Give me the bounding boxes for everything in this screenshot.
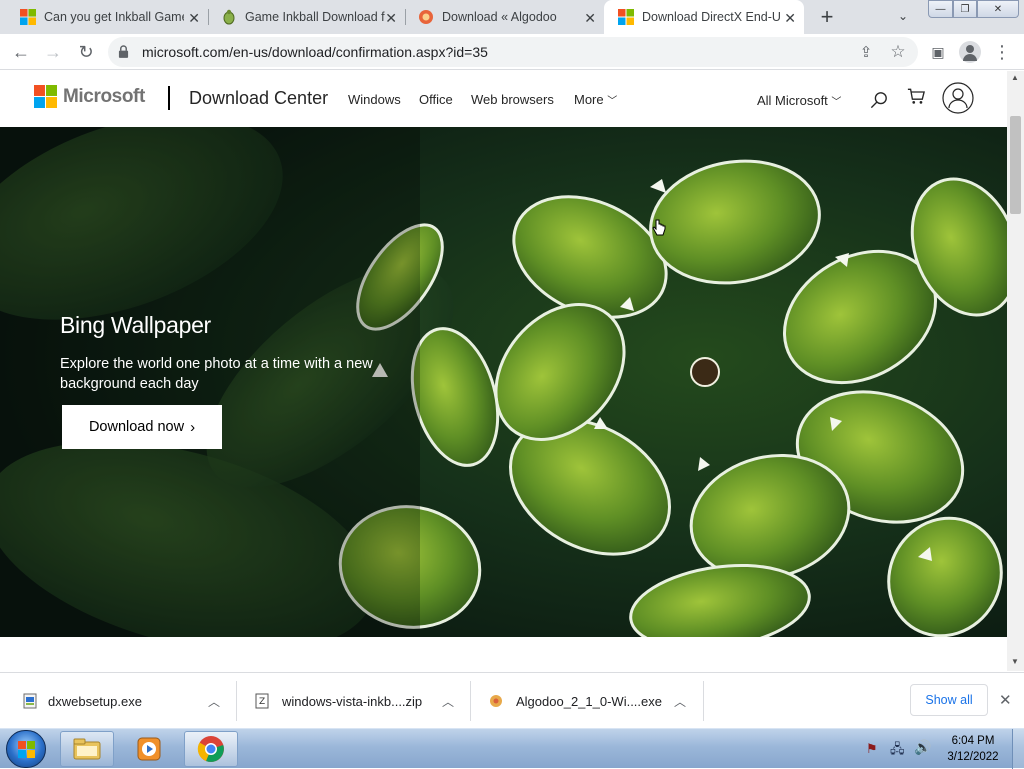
download-filename: windows-vista-inkb....zip xyxy=(282,693,423,709)
clock-time: 6:04 PM xyxy=(951,735,995,747)
folder-icon xyxy=(73,738,101,760)
page-scrollbar[interactable]: ▲ ▼ xyxy=(1007,71,1024,671)
download-now-button[interactable]: Download now › xyxy=(62,405,222,449)
taskbar-media-player[interactable] xyxy=(122,731,176,767)
microsoft-logo-icon xyxy=(618,9,634,25)
chevron-right-icon: › xyxy=(190,418,196,436)
bookmark-star-icon[interactable]: ☆ xyxy=(886,40,910,64)
hero-title: Bing Wallpaper xyxy=(60,312,211,338)
windows-logo-icon xyxy=(18,741,35,758)
algodoo-icon xyxy=(419,10,433,24)
all-microsoft-label: All Microsoft xyxy=(757,93,828,108)
nav-office[interactable]: Office xyxy=(419,92,453,107)
chevron-down-icon: ﹀ xyxy=(607,96,618,107)
browser-menu-icon[interactable]: ⋮ xyxy=(990,40,1014,64)
close-tab-icon[interactable]: ✕ xyxy=(385,10,397,27)
browser-toolbar: ← → ↻ microsoft.com/en-us/download/confi… xyxy=(0,34,1024,70)
download-bar: dxwebsetup.exe ︿ Z windows-vista-inkb...… xyxy=(0,672,1024,728)
hand-cursor-icon xyxy=(652,219,666,236)
header-divider xyxy=(168,86,170,110)
nav-more-label: More xyxy=(574,92,604,107)
close-tab-icon[interactable]: ✕ xyxy=(188,10,200,27)
tab-algodoo[interactable]: Download « Algodoo ✕ xyxy=(406,0,604,34)
bug-icon xyxy=(223,9,235,25)
tab-title: Download DirectX End-U xyxy=(642,10,781,24)
download-item[interactable]: Z windows-vista-inkb....zip ︿ xyxy=(254,673,466,729)
media-player-icon xyxy=(137,737,161,761)
hero-subtitle: Explore the world one photo at a time wi… xyxy=(60,356,373,392)
tab-search-icon[interactable]: ⌄ xyxy=(898,9,908,23)
account-icon[interactable] xyxy=(942,82,974,114)
windows-logo-icon xyxy=(20,9,36,25)
section-title[interactable]: Download Center xyxy=(189,88,328,109)
hero-banner: Bing Wallpaper Explore the world one pho… xyxy=(0,127,1007,637)
profile-avatar-icon[interactable] xyxy=(959,41,981,63)
tab-title: Can you get Inkball Game xyxy=(44,10,184,24)
cart-icon[interactable] xyxy=(907,88,925,105)
download-filename: Algodoo_2_1_0-Wi....exe xyxy=(516,693,662,709)
system-clock[interactable]: 6:04 PM 3/12/2022 xyxy=(940,733,1006,765)
chevron-up-icon[interactable]: ︿ xyxy=(208,693,220,710)
svg-text:Z: Z xyxy=(259,697,265,707)
url-text[interactable]: microsoft.com/en-us/download/confirmatio… xyxy=(142,44,488,60)
tab-strip: Can you get Inkball Game ✕ Game Inkball … xyxy=(0,0,1024,34)
tab-inkball-question[interactable]: Can you get Inkball Game ✕ xyxy=(8,0,208,34)
tab-inkball-download[interactable]: Game Inkball Download f ✕ xyxy=(209,0,405,34)
network-icon[interactable]: 🖧 xyxy=(890,740,905,762)
download-item[interactable]: dxwebsetup.exe ︿ xyxy=(22,673,232,729)
microsoft-logo-icon[interactable] xyxy=(34,85,57,108)
side-panel-icon[interactable]: ▣ xyxy=(926,40,950,64)
share-icon[interactable]: ⇪ xyxy=(854,40,878,64)
tab-title: Download « Algodoo xyxy=(442,10,557,24)
scroll-down-arrow-icon[interactable]: ▼ xyxy=(1011,657,1019,666)
microsoft-brand[interactable]: Microsoft xyxy=(63,86,145,108)
nav-more[interactable]: More ﹀ xyxy=(574,92,617,107)
chevron-up-icon[interactable]: ︿ xyxy=(674,693,686,710)
clock-date: 3/12/2022 xyxy=(947,751,999,763)
show-all-button[interactable]: Show all xyxy=(910,684,988,716)
tab-directx[interactable]: Download DirectX End-U ✕ xyxy=(604,0,804,34)
taskbar-chrome[interactable] xyxy=(184,731,238,767)
close-tab-icon[interactable]: ✕ xyxy=(784,10,796,27)
lock-icon[interactable] xyxy=(118,45,129,58)
taskbar: ⚑ 🖧 🔊 6:04 PM 3/12/2022 xyxy=(0,728,1024,769)
chrome-icon xyxy=(197,736,224,762)
start-button[interactable] xyxy=(6,730,46,768)
nav-windows[interactable]: Windows xyxy=(348,92,401,107)
forward-button[interactable]: → xyxy=(41,40,65,64)
show-desktop-button[interactable] xyxy=(1012,729,1024,769)
minimize-button[interactable]: — xyxy=(928,0,953,18)
scrollbar-thumb[interactable] xyxy=(1010,116,1021,214)
close-tab-icon[interactable]: ✕ xyxy=(584,10,596,27)
installer-file-icon xyxy=(23,693,37,709)
nav-web-browsers[interactable]: Web browsers xyxy=(471,92,554,107)
download-now-label: Download now xyxy=(88,419,185,435)
reload-button[interactable]: ↻ xyxy=(74,40,98,64)
all-microsoft-menu[interactable]: All Microsoft ﹀ xyxy=(757,93,841,108)
tab-title: Game Inkball Download f xyxy=(245,10,385,24)
algodoo-installer-icon xyxy=(490,695,502,707)
new-tab-button[interactable]: + xyxy=(818,4,836,30)
chevron-up-icon[interactable]: ︿ xyxy=(442,693,454,710)
download-item[interactable]: Algodoo_2_1_0-Wi....exe ︿ xyxy=(488,673,698,729)
close-download-bar-icon[interactable]: ✕ xyxy=(999,691,1012,709)
search-icon[interactable] xyxy=(870,91,888,109)
close-window-button[interactable]: ✕ xyxy=(977,0,1019,18)
volume-icon[interactable]: 🔊 xyxy=(914,739,931,756)
scroll-up-arrow-icon[interactable]: ▲ xyxy=(1011,73,1019,82)
back-button[interactable]: ← xyxy=(9,40,33,64)
action-center-flag-icon[interactable]: ⚑ xyxy=(866,741,878,757)
taskbar-file-explorer[interactable] xyxy=(60,731,114,767)
zip-file-icon: Z xyxy=(255,693,269,709)
maximize-button[interactable]: ❐ xyxy=(953,0,977,18)
download-filename: dxwebsetup.exe xyxy=(48,693,142,709)
chevron-down-icon: ﹀ xyxy=(831,97,842,108)
